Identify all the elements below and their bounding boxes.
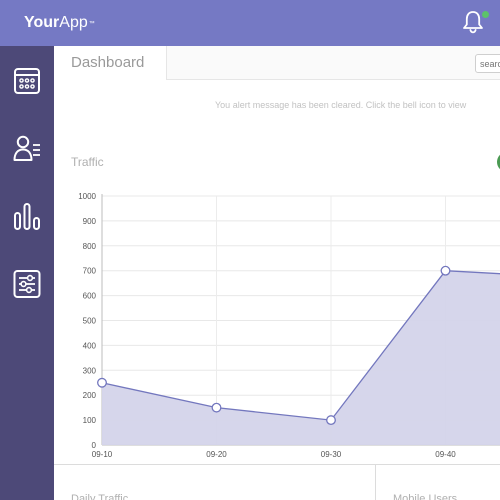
calendar-icon bbox=[14, 68, 40, 94]
daily-traffic-title: Daily Traffic bbox=[71, 493, 129, 500]
x-tick-label: 09-20 bbox=[206, 450, 227, 459]
mobile-users-title: Mobile Users bbox=[393, 493, 458, 500]
x-tick-label: 09-10 bbox=[92, 450, 113, 459]
series-area bbox=[102, 270, 500, 445]
y-tick-label: 900 bbox=[83, 217, 97, 226]
notification-dot bbox=[482, 11, 489, 18]
tab-dashboard[interactable]: Dashboard bbox=[54, 46, 167, 80]
brand-name-light: App bbox=[59, 14, 88, 31]
trademark-mark: ™ bbox=[88, 21, 95, 27]
data-point bbox=[440, 265, 451, 276]
y-tick-label: 0 bbox=[92, 441, 97, 450]
sidebar-item-settings[interactable] bbox=[0, 261, 54, 307]
sidebar-item-statistics[interactable] bbox=[0, 194, 54, 240]
panel-divider bbox=[375, 465, 376, 500]
brand-name-bold: Your bbox=[24, 14, 60, 31]
y-tick-label: 400 bbox=[83, 341, 97, 350]
y-tick-label: 500 bbox=[83, 317, 97, 326]
app-logo[interactable]: YourApp™ bbox=[24, 13, 95, 33]
sliders-icon bbox=[13, 270, 41, 298]
sidebar bbox=[0, 46, 54, 500]
y-tick-label: 600 bbox=[83, 292, 97, 301]
x-tick-label: 09-30 bbox=[321, 450, 342, 459]
tab-bar: Dashboard bbox=[54, 46, 500, 80]
data-point bbox=[97, 377, 107, 388]
y-tick-label: 100 bbox=[83, 416, 97, 425]
sidebar-item-calendar[interactable] bbox=[0, 58, 54, 104]
sidebar-item-users[interactable] bbox=[0, 125, 54, 171]
x-tick-label: 09-40 bbox=[435, 450, 456, 459]
alert-message: You alert message has been cleared. Clic… bbox=[215, 100, 467, 110]
traffic-chart: 0 100 200 300 400 500 600 700 800 900 1000 09-10 09-… bbox=[78, 192, 500, 459]
y-tick-label: 300 bbox=[83, 366, 97, 375]
traffic-title: Traffic bbox=[71, 155, 104, 169]
y-tick-label: 700 bbox=[83, 267, 97, 276]
data-point bbox=[211, 402, 222, 413]
y-tick-label: 800 bbox=[83, 242, 97, 251]
user-list-icon bbox=[13, 135, 40, 161]
data-point bbox=[326, 415, 336, 426]
bar-chart-icon bbox=[14, 203, 40, 230]
y-tick-label: 1000 bbox=[78, 192, 96, 201]
tab-dashboard-label: Dashboard bbox=[71, 54, 145, 71]
search-input[interactable] bbox=[475, 54, 500, 73]
bottom-panels: Daily Traffic Mobile Users bbox=[54, 464, 500, 500]
y-tick-label: 200 bbox=[83, 391, 97, 400]
top-bar: YourApp™ bbox=[0, 0, 500, 46]
